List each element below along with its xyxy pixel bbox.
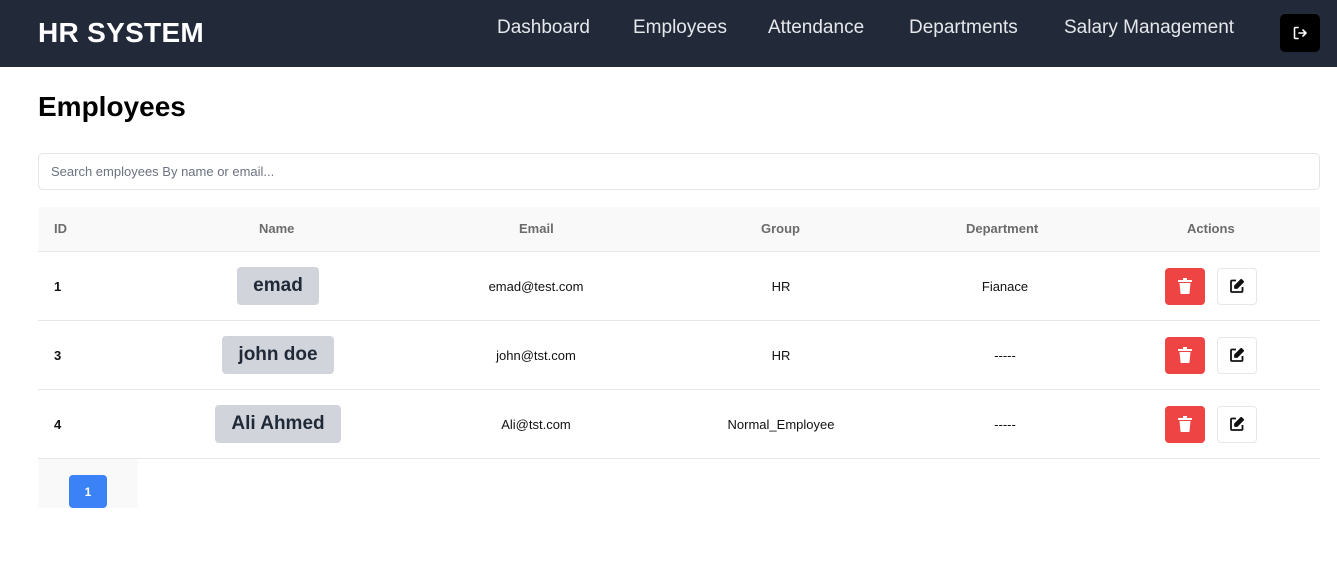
trash-icon <box>1178 347 1192 363</box>
employees-table: ID Name Email Group Department Actions 1… <box>38 207 1320 459</box>
name-chip: john doe <box>222 336 334 374</box>
cell-actions <box>1165 390 1285 458</box>
nav-departments[interactable]: Departments <box>909 17 1018 39</box>
nav-employees[interactable]: Employees <box>633 17 727 39</box>
column-header-department: Department <box>966 221 1039 236</box>
cell-actions <box>1165 252 1285 320</box>
delete-button[interactable] <box>1165 405 1205 443</box>
nav-attendance[interactable]: Attendance <box>768 17 864 39</box>
cell-email: emad@test.com <box>488 278 584 294</box>
edit-icon <box>1230 347 1245 362</box>
cell-email: john@tst.com <box>496 347 576 363</box>
column-header-email: Email <box>519 221 554 236</box>
cell-department: ----- <box>994 347 1016 363</box>
logout-icon <box>1293 26 1307 40</box>
edit-icon <box>1230 416 1245 431</box>
top-navbar: HR SYSTEM Dashboard Employees Attendance… <box>0 0 1337 67</box>
logout-button[interactable] <box>1280 14 1320 52</box>
nav-dashboard[interactable]: Dashboard <box>497 17 590 39</box>
pagination: 1 <box>38 459 138 508</box>
page-1-button[interactable]: 1 <box>69 475 107 508</box>
trash-icon <box>1178 416 1192 432</box>
column-header-actions: Actions <box>1187 221 1235 236</box>
edit-button[interactable] <box>1217 336 1257 374</box>
nav-salary-management[interactable]: Salary Management <box>1064 17 1234 39</box>
cell-group: HR <box>771 347 791 363</box>
name-chip: Ali Ahmed <box>215 405 341 443</box>
cell-group: Normal_Employee <box>727 416 835 432</box>
table-row: 4 Ali Ahmed Ali@tst.com Normal_Employee … <box>38 390 1320 459</box>
column-header-name: Name <box>259 221 295 236</box>
table-header: ID Name Email Group Department Actions <box>38 207 1320 252</box>
trash-icon <box>1178 278 1192 294</box>
edit-button[interactable] <box>1217 405 1257 443</box>
main-nav: Dashboard Employees Attendance Departmen… <box>0 17 1337 41</box>
table-row: 3 john doe john@tst.com HR ----- <box>38 321 1320 390</box>
search-input[interactable] <box>38 153 1320 190</box>
edit-icon <box>1230 278 1245 293</box>
cell-department: Fianace <box>981 278 1029 294</box>
cell-actions <box>1165 321 1285 389</box>
column-header-id: ID <box>54 221 67 236</box>
table-row: 1 emad emad@test.com HR Fianace <box>38 252 1320 321</box>
name-chip: emad <box>237 267 319 305</box>
delete-button[interactable] <box>1165 336 1205 374</box>
cell-email: Ali@tst.com <box>501 416 571 432</box>
column-header-group: Group <box>761 221 800 236</box>
page-title: Employees <box>38 91 186 122</box>
edit-button[interactable] <box>1217 267 1257 305</box>
delete-button[interactable] <box>1165 267 1205 305</box>
cell-group: HR <box>771 278 791 294</box>
cell-department: ----- <box>994 416 1016 432</box>
